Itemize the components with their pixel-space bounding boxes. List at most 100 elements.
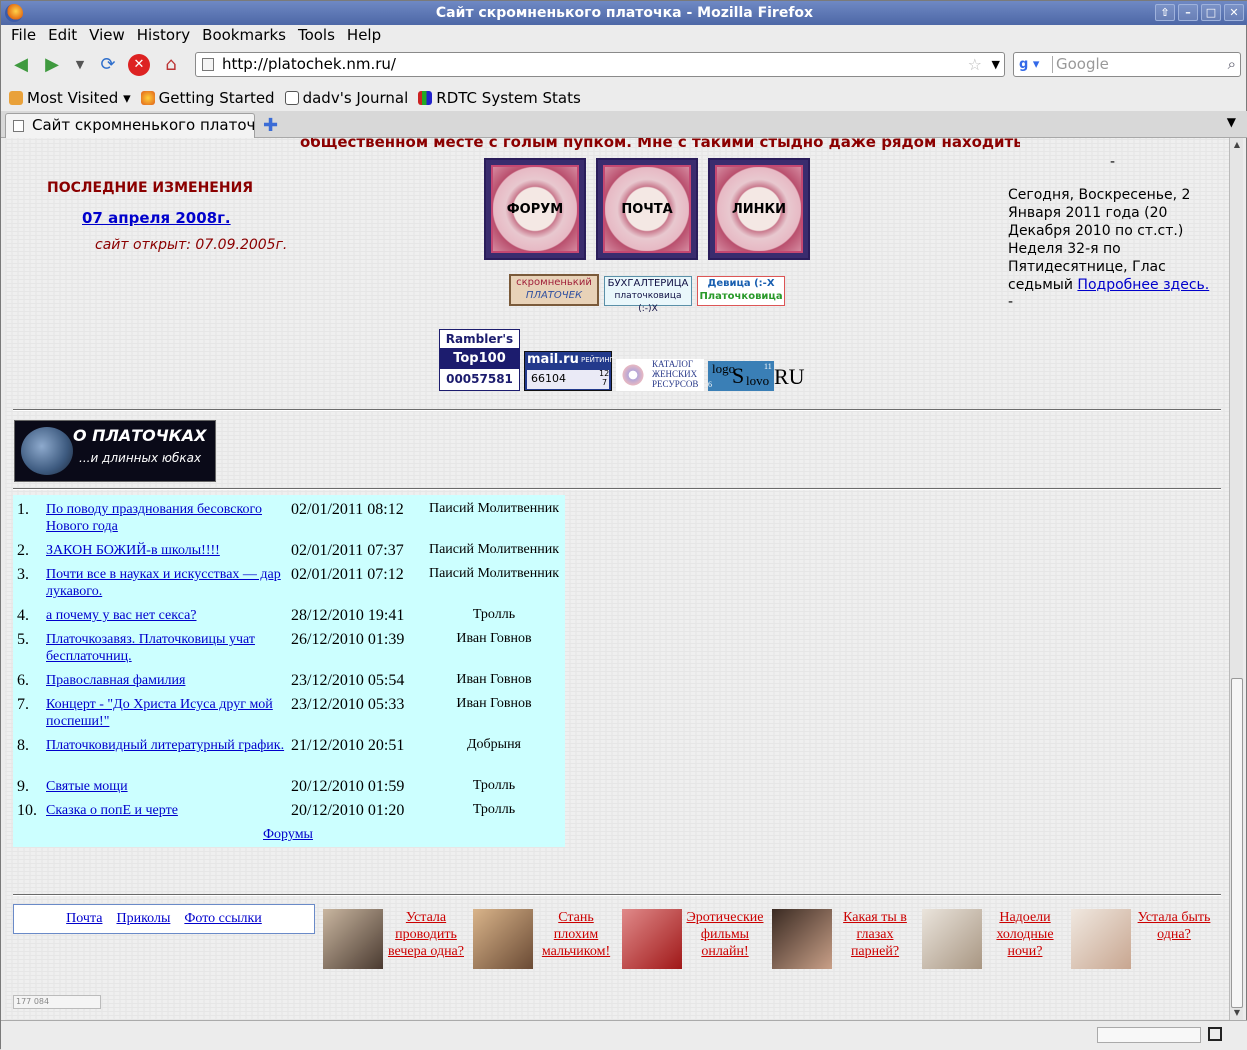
mailru-counter[interactable]: mail.ru РЕЙТИНГ 66104 12 7 (524, 351, 614, 391)
post-title-link[interactable]: а почему у вас нет секса? (46, 607, 286, 624)
calendar-more-link[interactable]: Подробнее здесь. (1077, 277, 1209, 293)
page-icon (202, 58, 214, 71)
banner-buhgalteritsa[interactable]: БУХГАЛТЕРИЦА платочковица (:-)Х (604, 276, 692, 314)
window-title: Сайт скромненького платочка - Mozilla Fi… (435, 5, 814, 21)
forums-link[interactable]: Форумы (263, 827, 313, 843)
tab-page-icon (13, 120, 24, 132)
menu-tools[interactable]: Tools (292, 25, 341, 47)
forum-tile-label: ФОРУМ (506, 202, 564, 217)
post-title-link[interactable]: Платочкозавяз. Платочковицы учат бесплат… (46, 631, 286, 665)
progress-box (1097, 1027, 1201, 1043)
menu-history[interactable]: History (131, 25, 196, 47)
search-bar[interactable]: g ▾ Google ⌕ (1013, 52, 1241, 77)
orthodox-calendar: Сегодня, Воскресенье, 2 Января 2011 года… (1008, 187, 1210, 293)
divider (13, 409, 1221, 411)
close-button[interactable]: ✕ (1224, 4, 1244, 21)
ad-photo (922, 909, 982, 969)
top-note: общественном месте с голым пупком. Мне с… (300, 138, 1020, 151)
ad-item[interactable]: Какая ты в глазах парней? (772, 909, 922, 971)
new-tab-icon[interactable]: ✚ (263, 115, 278, 136)
links-tile[interactable]: ЛИНКИ (708, 158, 810, 260)
menu-view[interactable]: View (83, 25, 131, 47)
post-title-link[interactable]: Сказка о попЕ и черте (46, 802, 286, 819)
tab-list-icon[interactable]: ▼ (1227, 115, 1236, 129)
logoslovo-banner[interactable]: logo S lovo RU 11 6 (708, 361, 805, 391)
scroll-down-icon[interactable]: ▼ (1231, 1006, 1243, 1020)
post-title-link[interactable]: Святые мощи (46, 778, 286, 795)
banner-platochek[interactable]: скромненький ПЛАТОЧЕК (509, 274, 599, 306)
status-bar (1, 1020, 1247, 1050)
bookmark-dadv-journal[interactable]: dadv's Journal (284, 85, 408, 111)
bookmarks-toolbar: Most Visited ▾ Getting Started dadv's Jo… (1, 85, 1247, 111)
ad-photo (473, 909, 533, 969)
ad-item[interactable]: Надоели холодные ночи? (922, 909, 1072, 971)
bookmark-getting-started[interactable]: Getting Started (140, 85, 275, 111)
home-icon[interactable]: ⌂ (159, 53, 183, 77)
women-catalog-banner[interactable]: КАТАЛОГ ЖЕНСКИХ РЕСУРСОВ (616, 359, 704, 391)
post-title-link[interactable]: Православная фамилия (46, 672, 286, 689)
menu-bar: File Edit View History Bookmarks Tools H… (1, 25, 1247, 47)
url-bar[interactable]: http://platochek.nm.ru/ ☆ ▼ (195, 52, 1005, 77)
window-up-button[interactable]: ⇧ (1155, 4, 1175, 21)
menu-file[interactable]: File (5, 25, 42, 47)
bookmark-most-visited[interactable]: Most Visited ▾ (9, 85, 131, 111)
chart-icon (418, 91, 433, 105)
footer-link-mail[interactable]: Почта (66, 911, 102, 926)
about-banner[interactable]: О ПЛАТОЧКАХ ...и длинных юбках (14, 420, 216, 482)
url-text: http://platochek.nm.ru/ (222, 55, 396, 73)
back-icon[interactable]: ◀ (9, 53, 33, 77)
post-title-link[interactable]: Почти все в науках и искусствах — дар лу… (46, 566, 286, 600)
post-title-link[interactable]: Платочковидный литературный график. (46, 737, 286, 754)
post-title-link[interactable]: По поводу празднования бесовского Нового… (46, 501, 286, 535)
ad-item[interactable]: Эротические фильмы онлайн! (622, 909, 772, 971)
changes-date-link[interactable]: 07 апреля 2008г. (82, 209, 231, 227)
hit-counter: 177 084 (13, 995, 101, 1009)
ad-item[interactable]: Стань плохим мальчиком! (473, 909, 623, 971)
reload-icon[interactable]: ⟳ (96, 53, 120, 77)
folder-icon (9, 91, 23, 105)
globe-icon (21, 427, 73, 475)
scroll-up-icon[interactable]: ▲ (1231, 138, 1243, 152)
forward-icon[interactable]: ▶ (40, 53, 64, 77)
maximize-button[interactable]: □ (1201, 4, 1221, 21)
footer-links-box: Почта Приколы Фото ссылки (13, 904, 315, 934)
ad-photo (323, 909, 383, 969)
divider (13, 488, 1221, 490)
google-engine-icon[interactable]: g ▾ (1017, 56, 1053, 73)
bookmark-star-icon[interactable]: ☆ (968, 53, 982, 76)
banner-devitsa[interactable]: Девица (:-Х Платочковица (697, 276, 785, 306)
status-icon (1208, 1027, 1222, 1041)
ad-photo (1071, 909, 1131, 969)
post-title-link[interactable]: ЗАКОН БОЖИЙ-в школы!!!! (46, 542, 286, 559)
footer-link-jokes[interactable]: Приколы (116, 911, 170, 926)
forum-tile[interactable]: ФОРУМ (484, 158, 586, 260)
flower-image (618, 361, 648, 389)
menu-bookmarks[interactable]: Bookmarks (196, 25, 292, 47)
ad-item[interactable]: Устала проводить вечера одна? (323, 909, 473, 971)
menu-help[interactable]: Help (341, 25, 387, 47)
tab-bar: Сайт скромненького платоч... ✚ ▼ (1, 111, 1247, 138)
bookmark-rdtc-stats[interactable]: RDTC System Stats (418, 85, 581, 111)
history-dropdown-icon[interactable]: ▼ (68, 53, 92, 77)
mail-tile-label: ПОЧТА (621, 202, 673, 217)
stop-icon[interactable]: ✕ (128, 54, 150, 76)
vertical-scrollbar[interactable]: ▲ ▼ (1229, 138, 1243, 1020)
search-icon[interactable]: ⌕ (1228, 53, 1236, 76)
url-dropdown-icon[interactable]: ▼ (992, 53, 1000, 76)
title-bar: Сайт скромненького платочка - Mozilla Fi… (1, 1, 1247, 25)
rambler-counter[interactable]: Rambler's Top100 00057581 (439, 329, 520, 391)
site-opened: сайт открыт: 07.09.2005г. (95, 237, 288, 253)
mail-tile[interactable]: ПОЧТА (596, 158, 698, 260)
firefox-icon (5, 4, 23, 22)
post-title-link[interactable]: Концерт - "До Христа Исуса друг мой посп… (46, 696, 286, 730)
page-content: общественном месте с голым пупком. Мне с… (5, 138, 1229, 1020)
ad-item[interactable]: Устала быть одна? (1071, 909, 1221, 971)
sidebar-dash-bottom: - (1008, 294, 1014, 310)
menu-edit[interactable]: Edit (42, 25, 83, 47)
tab-active[interactable]: Сайт скромненького платоч... (5, 113, 255, 138)
browser-window: Сайт скромненького платочка - Mozilla Fi… (0, 0, 1247, 1050)
minimize-button[interactable]: – (1178, 4, 1198, 21)
ad-photo (772, 909, 832, 969)
scroll-thumb[interactable] (1231, 678, 1243, 1008)
footer-link-photo[interactable]: Фото ссылки (184, 911, 261, 926)
